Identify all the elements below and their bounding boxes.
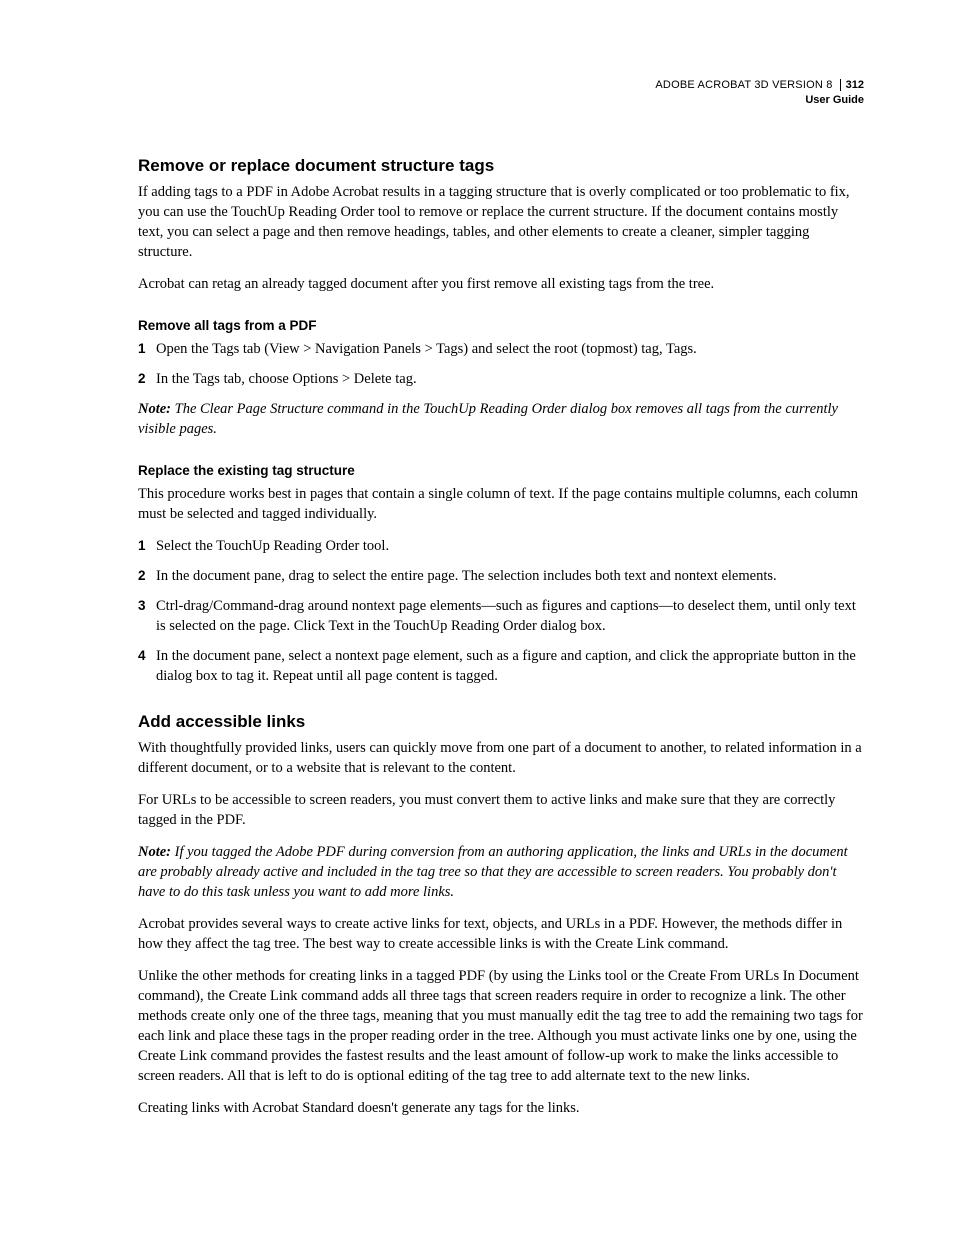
step-item: 1 Select the TouchUp Reading Order tool. — [138, 536, 864, 556]
note-label: Note: — [138, 401, 171, 417]
step-item: 2 In the document pane, drag to select t… — [138, 566, 864, 586]
step-item: 3 Ctrl-drag/Command-drag around nontext … — [138, 596, 864, 636]
note: Note: If you tagged the Adobe PDF during… — [138, 842, 864, 902]
paragraph: For URLs to be accessible to screen read… — [138, 790, 864, 830]
step-text: In the Tags tab, choose Options > Delete… — [156, 369, 864, 389]
paragraph: This procedure works best in pages that … — [138, 484, 864, 524]
step-number: 1 — [138, 536, 156, 556]
heading-remove-replace-tags: Remove or replace document structure tag… — [138, 156, 864, 176]
step-number: 1 — [138, 339, 156, 359]
page-number: 312 — [840, 79, 864, 91]
step-text: In the document pane, drag to select the… — [156, 566, 864, 586]
paragraph: Creating links with Acrobat Standard doe… — [138, 1098, 864, 1118]
header-doc-title: ADOBE ACROBAT 3D VERSION 8 — [655, 79, 832, 91]
header-subtitle: User Guide — [138, 93, 864, 108]
heading-add-accessible-links: Add accessible links — [138, 712, 864, 732]
step-text: In the document pane, select a nontext p… — [156, 646, 864, 686]
step-text: Ctrl-drag/Command-drag around nontext pa… — [156, 596, 864, 636]
step-item: 2 In the Tags tab, choose Options > Dele… — [138, 369, 864, 389]
page-container: ADOBE ACROBAT 3D VERSION 8 312 User Guid… — [0, 0, 954, 1190]
running-header: ADOBE ACROBAT 3D VERSION 8 312 User Guid… — [138, 78, 864, 108]
note-text: If you tagged the Adobe PDF during conve… — [138, 844, 848, 900]
paragraph: Unlike the other methods for creating li… — [138, 966, 864, 1086]
paragraph: If adding tags to a PDF in Adobe Acrobat… — [138, 182, 864, 262]
subheading-replace-tag-structure: Replace the existing tag structure — [138, 463, 864, 478]
note-label: Note: — [138, 844, 171, 860]
step-text: Open the Tags tab (View > Navigation Pan… — [156, 339, 864, 359]
paragraph: Acrobat provides several ways to create … — [138, 914, 864, 954]
note: Note: The Clear Page Structure command i… — [138, 399, 864, 439]
step-number: 2 — [138, 369, 156, 389]
note-text: The Clear Page Structure command in the … — [138, 401, 838, 437]
subheading-remove-all-tags: Remove all tags from a PDF — [138, 318, 864, 333]
paragraph: With thoughtfully provided links, users … — [138, 738, 864, 778]
step-item: 1 Open the Tags tab (View > Navigation P… — [138, 339, 864, 359]
step-item: 4 In the document pane, select a nontext… — [138, 646, 864, 686]
step-number: 2 — [138, 566, 156, 586]
step-text: Select the TouchUp Reading Order tool. — [156, 536, 864, 556]
step-number: 3 — [138, 596, 156, 636]
paragraph: Acrobat can retag an already tagged docu… — [138, 274, 864, 294]
step-number: 4 — [138, 646, 156, 686]
